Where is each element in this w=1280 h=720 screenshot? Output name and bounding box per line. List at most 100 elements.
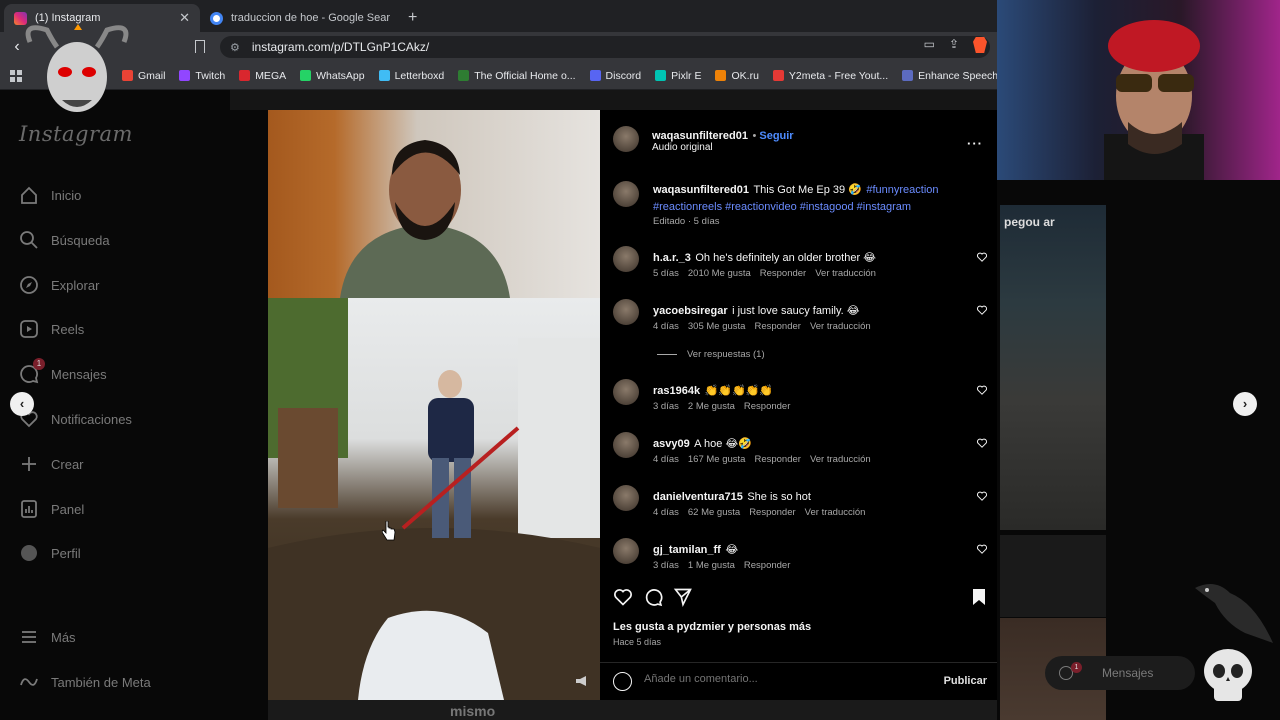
comment-like-heart-icon[interactable]: [977, 544, 987, 554]
comment-meta: 4 días 62 Me gusta Responder Ver traducción: [653, 507, 874, 518]
reply-button[interactable]: Responder: [749, 507, 795, 518]
commenter-avatar[interactable]: [613, 538, 639, 564]
sidebar-item-notificaciones[interactable]: Notificaciones: [19, 409, 132, 429]
emoji-icon[interactable]: [613, 672, 632, 691]
bookmark-item[interactable]: Discord: [589, 70, 641, 82]
comment-username[interactable]: asvy09: [653, 438, 690, 450]
comment-text: She is so hot: [747, 491, 811, 503]
bookmark-item[interactable]: WhatsApp: [300, 70, 365, 82]
caption-author-avatar[interactable]: [613, 181, 639, 207]
comment-age: 4 días: [653, 454, 679, 465]
bookmark-label: Y2meta - Free Yout...: [788, 69, 889, 82]
like-heart-icon[interactable]: [613, 587, 633, 607]
comment-username[interactable]: ras1964k: [653, 385, 700, 397]
commenter-avatar[interactable]: [613, 299, 639, 325]
yard-scene: [268, 298, 600, 700]
reply-button[interactable]: Responder: [754, 321, 800, 332]
sidebar-item-panel[interactable]: Panel: [19, 499, 84, 519]
sidebar-item-tambindemeta[interactable]: También de Meta: [19, 672, 151, 692]
sidebar-item-ms[interactable]: Más: [19, 627, 76, 647]
comment-like-heart-icon[interactable]: [977, 252, 987, 262]
comment-like-heart-icon[interactable]: [977, 491, 987, 501]
comment-likes[interactable]: 2 Me gusta: [688, 401, 735, 412]
tab-google-search[interactable]: traduccion de hoe - Google Search: [200, 4, 400, 32]
comment-username[interactable]: yacoebsiregar: [653, 305, 728, 317]
share-icon[interactable]: ⇪: [949, 37, 959, 53]
reply-button[interactable]: Responder: [754, 454, 800, 465]
translate-button[interactable]: Ver traducción: [810, 454, 871, 465]
likes-summary[interactable]: Les gusta a pydzmier y personas más: [613, 621, 811, 633]
comment-username[interactable]: gj_tamilan_ff: [653, 544, 721, 556]
more-options-icon[interactable]: ···: [967, 136, 983, 151]
comment-like-heart-icon[interactable]: [977, 385, 987, 395]
apps-grid-icon[interactable]: [10, 69, 22, 82]
caption-username[interactable]: waqasunfiltered01: [653, 184, 749, 196]
saved-bookmark-icon[interactable]: [971, 589, 987, 605]
comment-text: 👏👏👏👏👏: [704, 385, 774, 397]
author-username[interactable]: waqasunfiltered01: [652, 130, 748, 142]
follow-button[interactable]: Seguir: [759, 130, 793, 142]
reply-button[interactable]: Responder: [744, 560, 790, 571]
commenter-avatar[interactable]: [613, 485, 639, 511]
comment-text: Oh he's definitely an older brother 😂: [695, 252, 877, 264]
bookmark-item[interactable]: Enhance Speech fro...: [902, 70, 997, 82]
url-field[interactable]: ⚙ instagram.com/p/DTLGnP1CAkz/: [220, 36, 990, 58]
sidebar-item-bsqueda[interactable]: Búsqueda: [19, 230, 110, 250]
bookmark-item[interactable]: Pixlr E: [655, 70, 701, 82]
share-paper-plane-icon[interactable]: [673, 587, 693, 607]
sidebar-item-mensajes[interactable]: 1 Mensajes: [19, 358, 107, 384]
view-replies-button[interactable]: Ver respuestas (1): [657, 349, 774, 360]
commenter-avatar[interactable]: [613, 379, 639, 405]
sidebar-item-explorar[interactable]: Explorar: [19, 275, 99, 295]
comment-likes[interactable]: 305 Me gusta: [688, 321, 746, 332]
comment-likes[interactable]: 62 Me gusta: [688, 507, 740, 518]
next-post-arrow-icon[interactable]: ›: [1233, 392, 1257, 416]
post-video[interactable]: [268, 110, 600, 700]
bookmark-item[interactable]: Y2meta - Free Yout...: [772, 69, 889, 82]
sidebar-item-perfil[interactable]: Perfil: [19, 543, 81, 563]
brave-shield-icon[interactable]: [973, 37, 987, 53]
comment-username[interactable]: danielventura715: [653, 491, 743, 503]
translate-button[interactable]: Ver traducción: [805, 507, 866, 518]
crow-overlay-icon: [1195, 584, 1273, 643]
caption-hashtag[interactable]: #funnyreaction: [866, 184, 938, 196]
author-avatar[interactable]: [613, 126, 639, 152]
previous-post-arrow-icon[interactable]: ‹: [10, 392, 34, 416]
comment-bubble-icon[interactable]: [643, 587, 663, 607]
reply-button[interactable]: Responder: [760, 268, 806, 279]
bookmark-item[interactable]: Letterboxd: [378, 70, 444, 82]
comment-likes[interactable]: 1 Me gusta: [688, 560, 735, 571]
comment-likes[interactable]: 2010 Me gusta: [688, 268, 751, 279]
cast-icon[interactable]: ▭: [924, 37, 935, 53]
comment-input[interactable]: [644, 673, 924, 685]
reply-button[interactable]: Responder: [744, 401, 790, 412]
audio-link[interactable]: Audio original: [652, 142, 713, 153]
bookmark-item[interactable]: The Official Home o...: [458, 70, 576, 82]
search-icon: [19, 230, 39, 250]
commenter-avatar[interactable]: [613, 246, 639, 272]
sidebar-item-reels[interactable]: Reels: [19, 319, 84, 339]
new-tab-button[interactable]: +: [400, 4, 425, 32]
bookmark-favicon-icon: [179, 70, 191, 81]
bookmark-icon[interactable]: [195, 40, 205, 53]
comment-username[interactable]: h.a.r._3: [653, 252, 691, 264]
sidebar-item-crear[interactable]: Crear: [19, 454, 84, 474]
messages-floating-button[interactable]: 1 Mensajes: [1045, 656, 1195, 690]
close-icon[interactable]: ✕: [179, 10, 190, 26]
notification-badge: 1: [33, 358, 45, 370]
instagram-logo[interactable]: Instagram: [19, 122, 133, 146]
commenter-avatar[interactable]: [613, 432, 639, 458]
bookmark-item[interactable]: OK.ru: [715, 70, 759, 82]
sidebar-item-inicio[interactable]: Inicio: [19, 185, 81, 205]
translate-button[interactable]: Ver traducción: [810, 321, 871, 332]
bookmark-item[interactable]: Twitch: [179, 70, 225, 82]
comment-like-heart-icon[interactable]: [977, 438, 987, 448]
comment-likes[interactable]: 167 Me gusta: [688, 454, 746, 465]
site-settings-icon[interactable]: ⚙: [230, 41, 240, 54]
comment-like-heart-icon[interactable]: [977, 305, 987, 315]
translate-button[interactable]: Ver traducción: [815, 268, 876, 279]
caption-hashtags[interactable]: #reactionreels #reactionvideo #instagood…: [653, 201, 911, 213]
add-comment-bar: Publicar: [600, 662, 997, 700]
bookmark-item[interactable]: MEGA: [239, 70, 286, 82]
publish-button[interactable]: Publicar: [944, 675, 987, 687]
